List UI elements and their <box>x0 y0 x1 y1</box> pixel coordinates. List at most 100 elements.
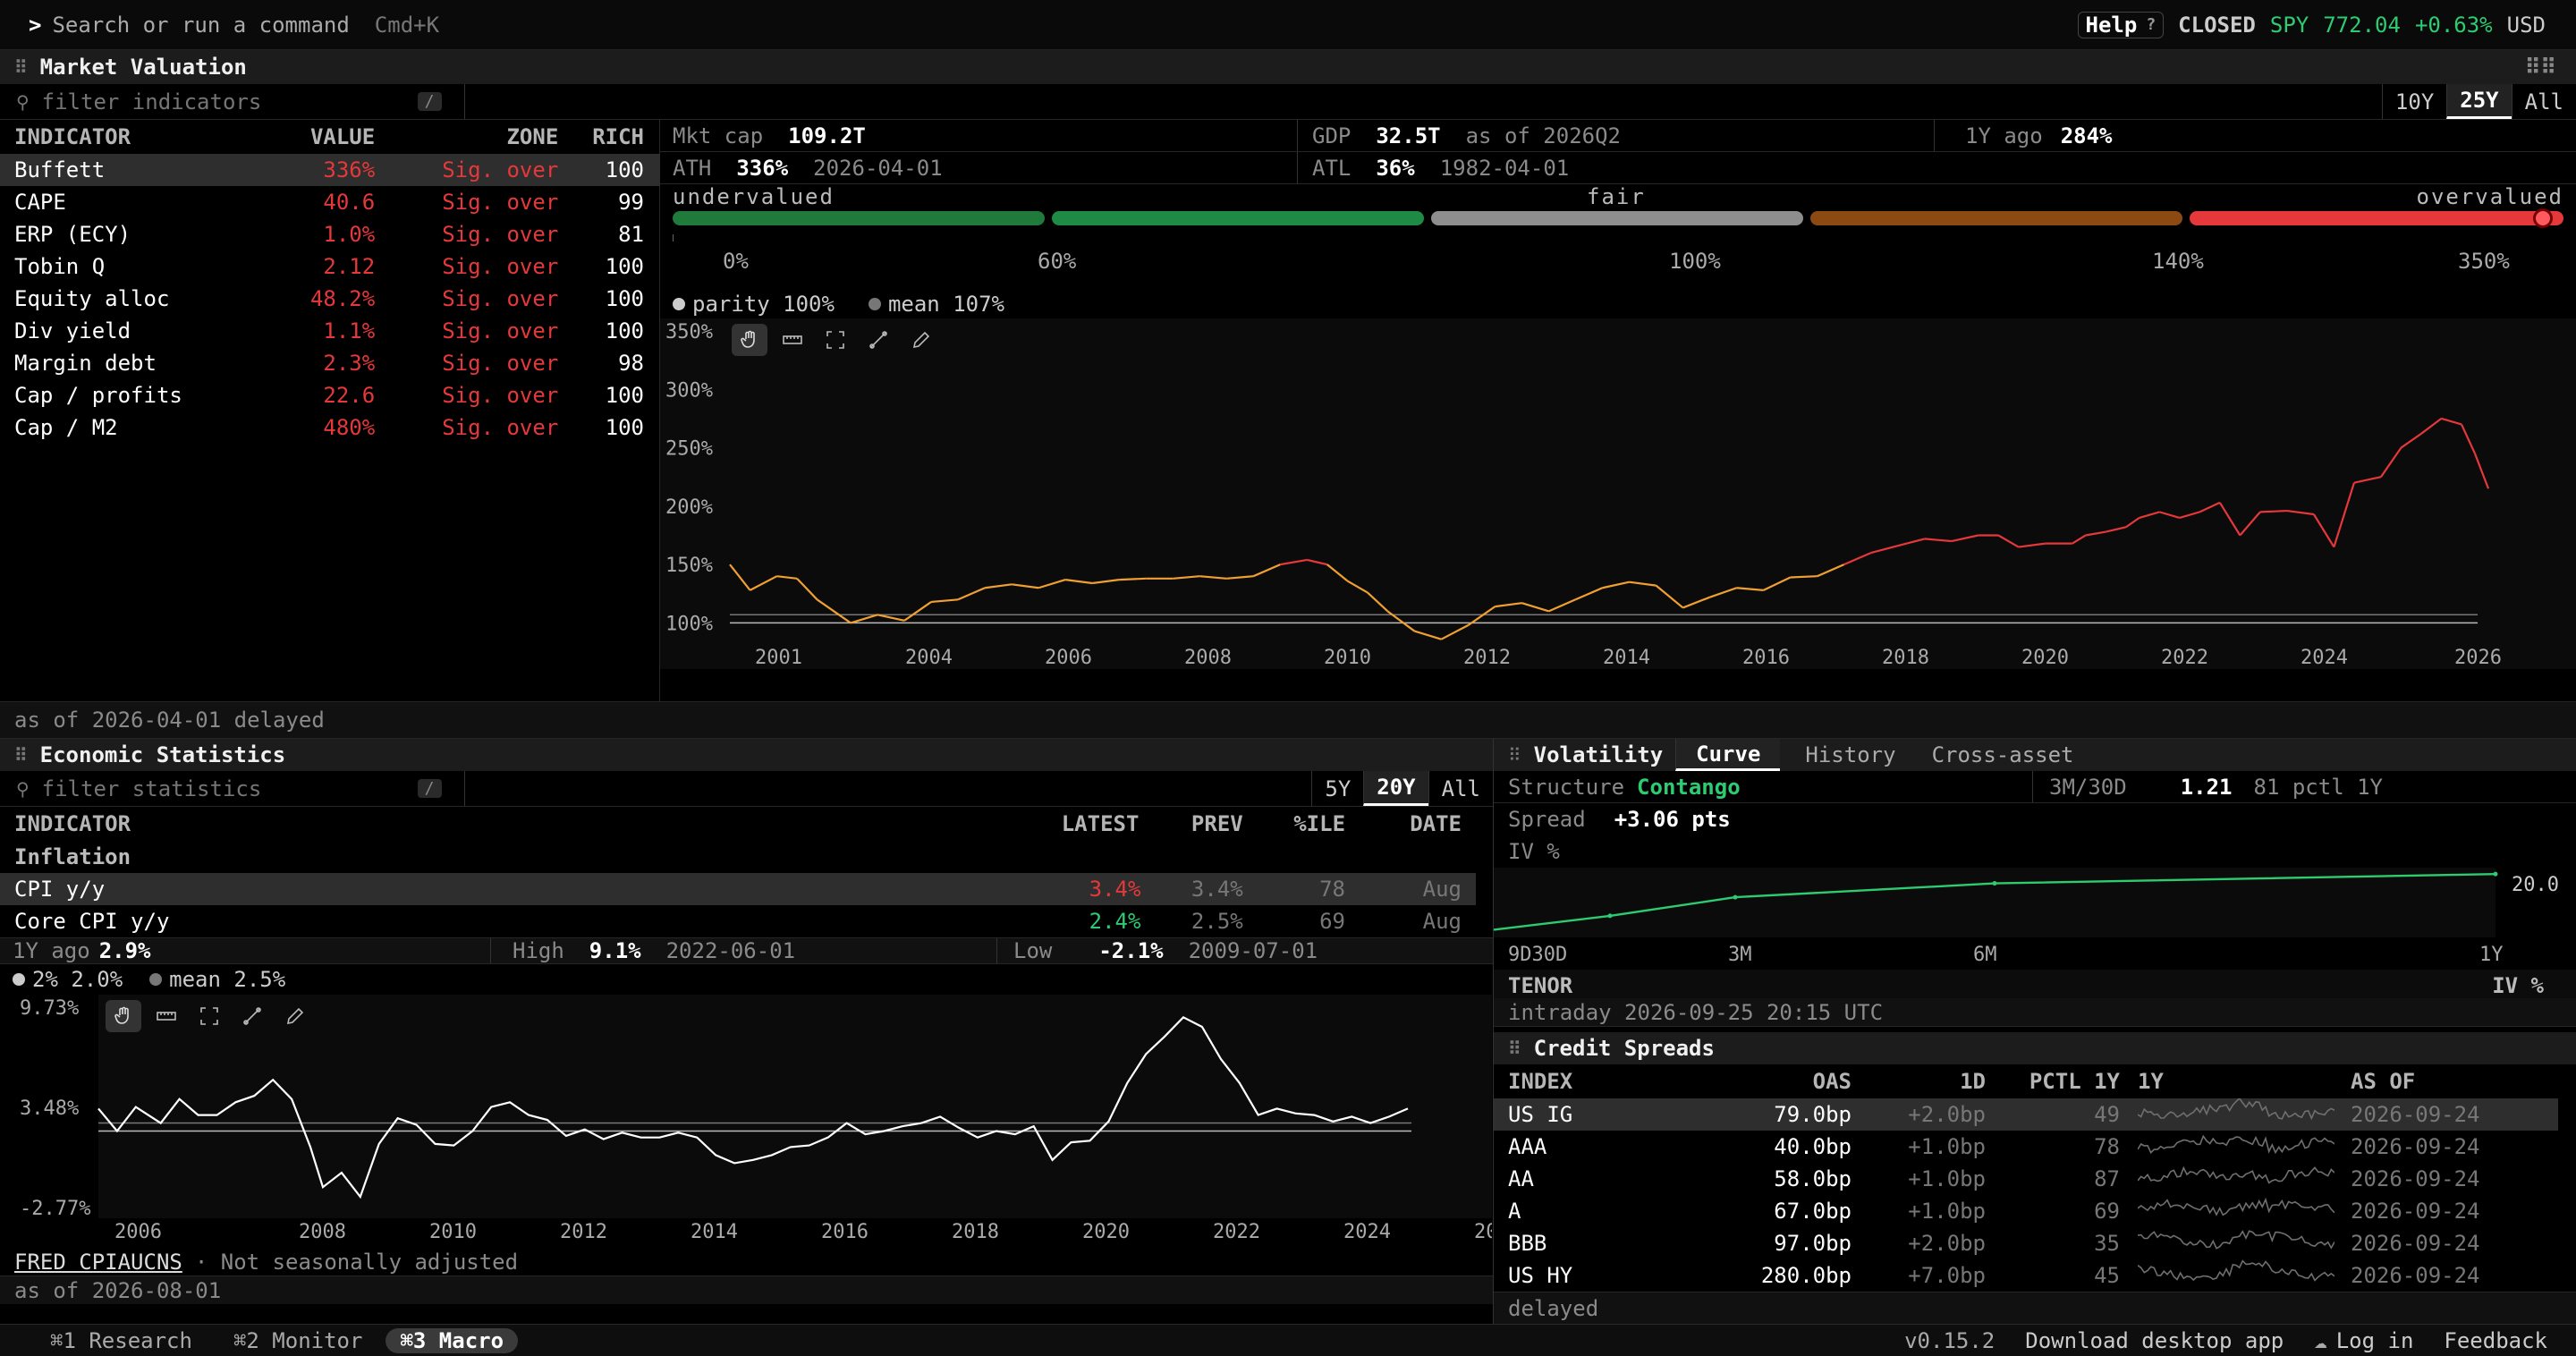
col-indicator[interactable]: INDICATOR <box>0 120 274 154</box>
drag-handle-icon[interactable]: ⠿ <box>14 744 28 766</box>
command-search-input[interactable]: Search or run a command <box>52 13 349 38</box>
indicator-filter-input[interactable] <box>41 89 418 114</box>
indicator-name: Div yield <box>14 318 131 343</box>
credit-oas: 58.0bp <box>1774 1166 1852 1191</box>
prompt-icon: > <box>29 12 42 38</box>
col-oas[interactable]: OAS <box>1726 1064 1852 1098</box>
series-segment <box>1870 545 1898 555</box>
panel-menu-icon[interactable]: ⠿⠿ <box>2525 55 2556 80</box>
table-row[interactable]: Cap / profits 22.6 Sig. over 100 <box>0 379 660 411</box>
valuation-title: Market Valuation <box>39 55 247 80</box>
table-row[interactable]: A 67.0bp +1.0bp 69 2026-09-24 <box>1494 1195 2558 1227</box>
vol-curve-chart[interactable]: 20.0 9D30D 3M 6M 1Y <box>1494 868 2576 970</box>
range-tab-all[interactable]: All <box>1428 771 1493 806</box>
x-tick-label: 2020 <box>2021 647 2069 669</box>
col-1y[interactable]: 1Y <box>2120 1064 2334 1098</box>
valuation-table: INDICATOR VALUE ZONE RICH Buffett 336% Sig… <box>0 120 660 701</box>
series-segment <box>1843 552 1872 566</box>
group-inflation[interactable]: Inflation <box>0 841 1476 873</box>
table-row[interactable]: Core CPI y/y 2.4% 2.5% 69 Aug <box>0 905 1476 937</box>
ticker-symbol[interactable]: SPY <box>2270 13 2309 38</box>
tab-curve[interactable]: Curve <box>1675 739 1781 771</box>
econ-chart[interactable]: 9.73% 3.48% -2.77% 2006 2008 2010 2012 2014 2016… <box>0 995 1492 1249</box>
table-row[interactable]: Equity alloc 48.2% Sig. over 100 <box>0 283 660 315</box>
drag-handle-icon[interactable]: ⠿ <box>14 56 28 78</box>
table-row[interactable]: Buffett 336% Sig. over 100 <box>0 154 660 186</box>
ago-value: 284% <box>2060 123 2113 148</box>
col-zone[interactable]: ZONE <box>384 120 558 154</box>
indicator-value: 336% <box>323 157 376 182</box>
login-button[interactable]: ☁ Log in <box>2314 1328 2413 1353</box>
range-tab-all[interactable]: All <box>2511 84 2576 119</box>
sparkline <box>2137 1197 2335 1216</box>
econ-row-date: Aug <box>1422 877 1462 902</box>
workspace-tab-monitor[interactable]: ⌘2 Monitor <box>233 1328 363 1353</box>
col-value[interactable]: VALUE <box>274 120 384 154</box>
gauge-tick-350: 350% <box>2458 249 2510 274</box>
table-row[interactable]: Cap / M2 480% Sig. over 100 <box>0 411 660 444</box>
workspace-tab-macro[interactable]: ⌘3 Macro <box>386 1327 519 1353</box>
table-row[interactable]: CPI y/y 3.4% 3.4% 78 Aug <box>0 873 1476 905</box>
col-latest[interactable]: LATEST <box>984 807 1140 841</box>
credit-asof: 2026-09-24 <box>2351 1263 2480 1288</box>
sparkline-path <box>2137 1259 2335 1282</box>
range-tab-25y[interactable]: 25Y <box>2446 84 2512 119</box>
col-1d[interactable]: 1D <box>1852 1064 1986 1098</box>
econ-row-name: Core CPI y/y <box>14 909 170 934</box>
econ-line-chart: 9.73% 3.48% -2.77% 2006 2008 2010 2012 2014 2016… <box>20 997 1492 1243</box>
table-row[interactable]: Margin debt 2.3% Sig. over 98 <box>0 347 660 379</box>
table-row[interactable]: Tobin Q 2.12 Sig. over 100 <box>0 250 660 283</box>
col-rich[interactable]: RICH <box>558 120 660 154</box>
credit-panel: ⠿ Credit Spreads INDEX OAS 1D PCTL 1Y 1Y… <box>1494 1032 2576 1292</box>
series-segment <box>2286 509 2315 516</box>
table-row[interactable]: US IG 79.0bp +2.0bp 49 2026-09-24 <box>1494 1097 2558 1131</box>
valuation-chart[interactable]: 350% 300% 250% 200% 150% 100% 2001 2004 2006 2008… <box>660 318 2576 669</box>
filter-shortcut-key: / <box>417 779 442 798</box>
spread-label: Spread <box>1508 807 1586 832</box>
ath-date: 2026-04-01 <box>813 155 943 181</box>
command-search[interactable]: > Search or run a command Cmd+K <box>29 0 439 49</box>
drag-handle-icon[interactable]: ⠿ <box>1508 1038 1521 1059</box>
table-row[interactable]: ERP (ECY) 1.0% Sig. over 81 <box>0 218 660 250</box>
table-row[interactable]: AAA 40.0bp +1.0bp 78 2026-09-24 <box>1494 1131 2558 1163</box>
series-segment <box>1709 587 1737 598</box>
table-row[interactable]: AA 58.0bp +1.0bp 87 2026-09-24 <box>1494 1163 2558 1195</box>
series-segment <box>2380 446 2402 478</box>
series-segment <box>1495 602 1522 608</box>
download-app-link[interactable]: Download desktop app <box>2025 1328 2284 1353</box>
statistics-filter-input[interactable] <box>41 775 418 801</box>
structure-label: Structure <box>1508 774 1625 800</box>
col-pctl[interactable]: PCTL 1Y <box>1986 1064 2120 1098</box>
table-row[interactable]: Div yield 1.1% Sig. over 100 <box>0 315 660 347</box>
range-tab-5y[interactable]: 5Y <box>1311 771 1363 806</box>
indicator-value: 480% <box>323 415 376 440</box>
help-button[interactable]: Help? <box>2077 11 2165 38</box>
drag-handle-icon[interactable]: ⠿ <box>1508 744 1521 766</box>
tab-history[interactable]: History <box>1780 742 1920 767</box>
indicator-value: 48.2% <box>309 286 376 311</box>
source-link[interactable]: FRED CPIAUCNS <box>14 1250 182 1275</box>
series-segment <box>2259 509 2287 513</box>
range-tab-20y[interactable]: 20Y <box>1363 771 1428 806</box>
col-indicator[interactable]: INDICATOR <box>0 807 984 841</box>
econ-panel-header: ⠿ Economic Statistics <box>0 739 1493 771</box>
col-asof[interactable]: AS OF <box>2334 1064 2558 1098</box>
workspace-tab-research[interactable]: ⌘1 Research <box>50 1328 192 1353</box>
col-prev[interactable]: PREV <box>1140 807 1243 841</box>
table-row[interactable]: US HY 280.0bp +7.0bp 45 2026-09-24 <box>1494 1259 2558 1292</box>
tab-cross-asset[interactable]: Cross-asset <box>1921 742 2085 767</box>
range-tab-10y[interactable]: 10Y <box>2381 84 2446 119</box>
col-date[interactable]: DATE <box>1345 807 1476 841</box>
col-index[interactable]: INDEX <box>1494 1064 1726 1098</box>
col-pctile[interactable]: %ILE <box>1243 807 1345 841</box>
table-row[interactable]: BBB 97.0bp +2.0bp 35 2026-09-24 <box>1494 1227 2558 1259</box>
feedback-link[interactable]: Feedback <box>2444 1328 2547 1353</box>
mktcap-label: Mkt cap <box>673 123 764 148</box>
credit-oas: 97.0bp <box>1774 1231 1852 1256</box>
econ-table: INDICATOR LATEST PREV %ILE DATE Inflatio… <box>0 807 1476 937</box>
indicator-zone: Sig. over <box>442 190 559 215</box>
tab-volatility[interactable]: Volatility <box>1534 742 1676 767</box>
series-segment <box>2199 501 2221 513</box>
table-row[interactable]: CAPE 40.6 Sig. over 99 <box>0 186 660 218</box>
help-label: Help <box>2085 12 2138 38</box>
